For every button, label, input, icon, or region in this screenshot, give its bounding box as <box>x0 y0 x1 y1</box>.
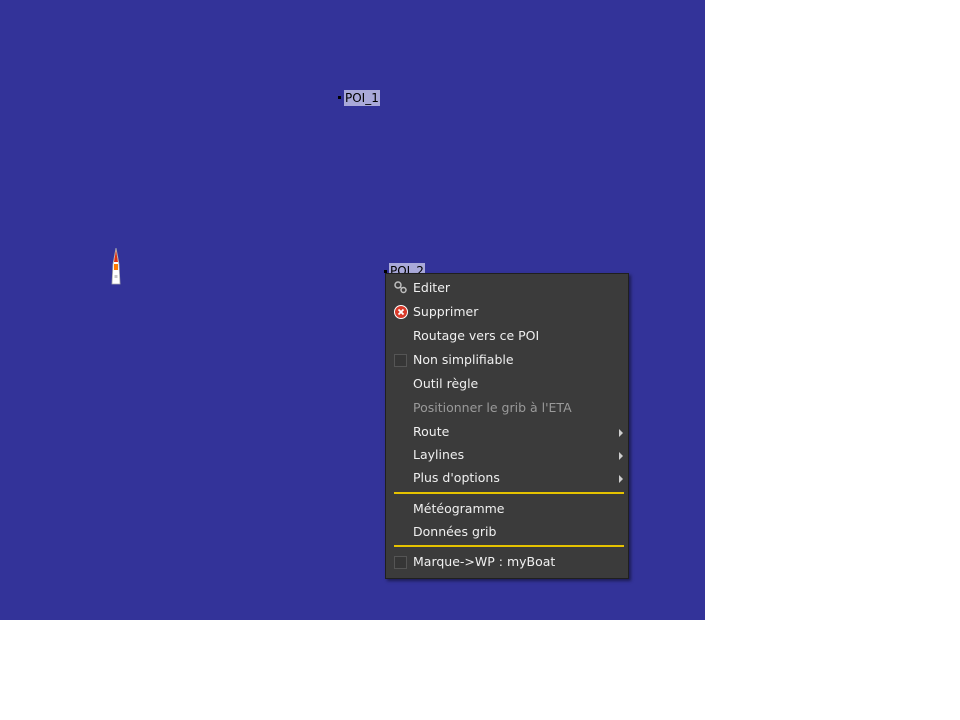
edit-icon <box>394 281 407 294</box>
delete-icon <box>394 305 408 319</box>
menu-label: Editer <box>413 280 451 295</box>
menu-label: Routage vers ce POI <box>413 328 540 343</box>
menu-label: Plus d'options <box>413 470 500 485</box>
submenu-arrow-icon <box>619 475 623 483</box>
menu-item-laylines[interactable]: Laylines <box>386 443 628 466</box>
submenu-arrow-icon <box>619 452 623 460</box>
menu-label: Météogramme <box>413 501 505 516</box>
menu-item-plus-options[interactable]: Plus d'options <box>386 466 628 490</box>
menu-item-routage-vers-poi[interactable]: Routage vers ce POI <box>386 324 628 348</box>
menu-label: Route <box>413 424 450 439</box>
context-menu: Editer Supprimer Routage vers ce POI Non… <box>385 273 629 579</box>
menu-label: Données grib <box>413 524 497 539</box>
menu-label: Non simplifiable <box>413 352 514 367</box>
boat-icon[interactable] <box>110 248 122 286</box>
menu-item-route[interactable]: Route <box>386 420 628 443</box>
submenu-arrow-icon <box>619 429 623 437</box>
menu-item-donnees-grib[interactable]: Données grib <box>386 520 628 543</box>
menu-item-editer[interactable]: Editer <box>386 276 628 300</box>
menu-item-marque-wp[interactable]: Marque->WP : myBoat <box>386 550 628 574</box>
menu-item-supprimer[interactable]: Supprimer <box>386 300 628 324</box>
marque-wp-checkbox[interactable] <box>394 556 407 569</box>
poi-1-label[interactable]: POI_1 <box>344 90 380 106</box>
menu-item-outil-regle[interactable]: Outil règle <box>386 372 628 396</box>
menu-label: Positionner le grib à l'ETA <box>413 400 572 415</box>
menu-item-meteogramme[interactable]: Météogramme <box>386 497 628 520</box>
menu-label: Marque->WP : myBoat <box>413 554 556 569</box>
poi-1-marker[interactable] <box>338 96 341 99</box>
menu-label: Supprimer <box>413 304 479 319</box>
menu-separator <box>394 492 624 494</box>
menu-label: Outil règle <box>413 376 479 391</box>
menu-item-positionner-grib: Positionner le grib à l'ETA <box>386 396 628 420</box>
menu-item-non-simplifiable[interactable]: Non simplifiable <box>386 348 628 372</box>
menu-label: Laylines <box>413 447 465 462</box>
non-simplifiable-checkbox[interactable] <box>394 354 407 367</box>
menu-separator <box>394 545 624 547</box>
